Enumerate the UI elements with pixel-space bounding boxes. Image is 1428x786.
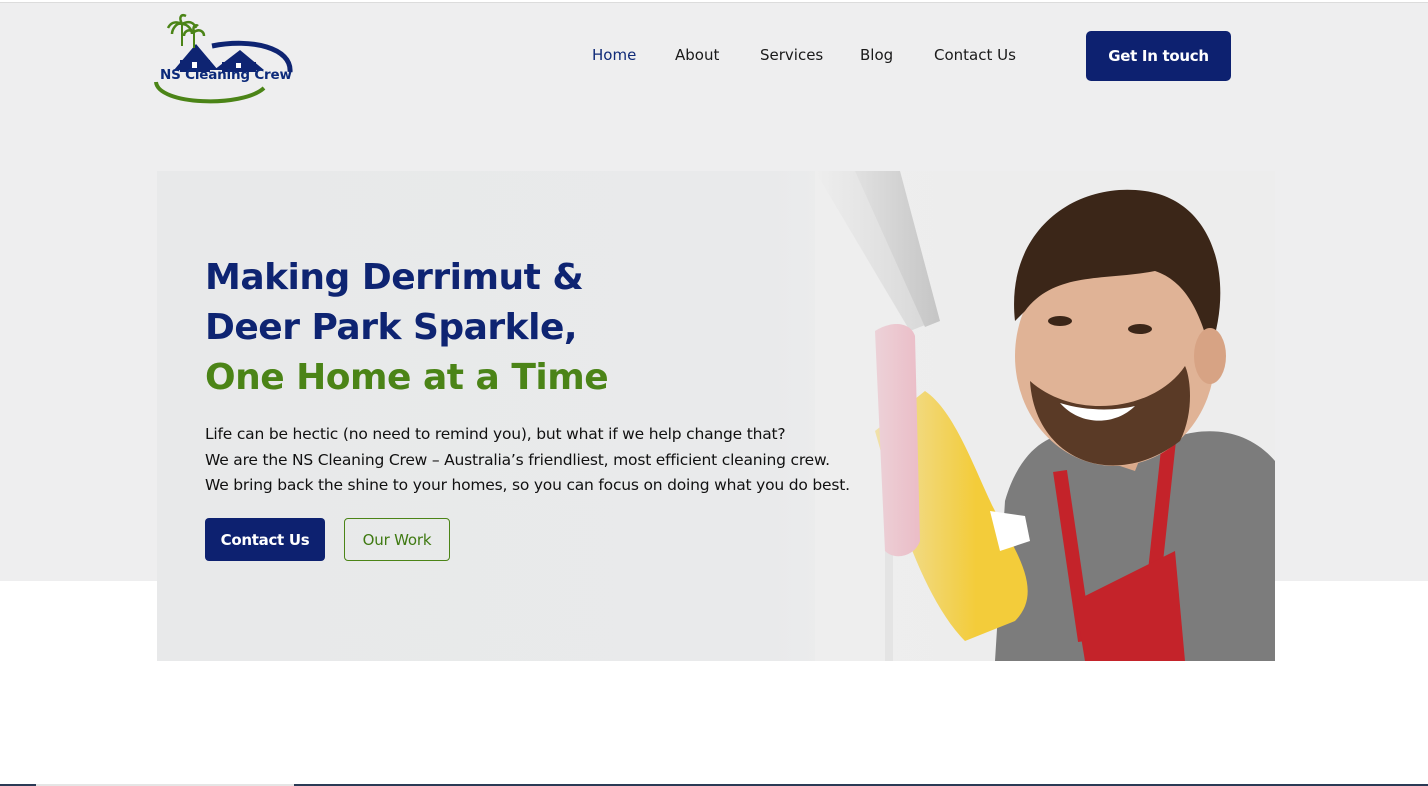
hero-title-line-2: Deer Park Sparkle, <box>205 307 578 348</box>
nav-about[interactable]: About <box>675 46 719 64</box>
hero-title: Making Derrimut & Deer Park Sparkle, One… <box>205 253 609 403</box>
site-logo[interactable]: NS Cleaning Crew <box>152 10 297 105</box>
nav-blog[interactable]: Blog <box>860 46 893 64</box>
hero-section: Making Derrimut & Deer Park Sparkle, One… <box>157 171 1275 661</box>
hero-paragraph: Life can be hectic (no need to remind yo… <box>205 422 850 499</box>
nav-home[interactable]: Home <box>592 46 636 64</box>
hero-title-line-1: Making Derrimut & <box>205 257 584 298</box>
nav-services[interactable]: Services <box>760 46 823 64</box>
hero-title-line-3: One Home at a Time <box>205 357 609 398</box>
logo-house-palm-icon <box>154 14 293 104</box>
top-edge <box>0 0 1428 2</box>
nav-contact-us[interactable]: Contact Us <box>934 46 1016 64</box>
hero-paragraph-line: Life can be hectic (no need to remind yo… <box>205 425 786 443</box>
our-work-button[interactable]: Our Work <box>344 518 450 561</box>
get-in-touch-button[interactable]: Get In touch <box>1086 31 1231 81</box>
cleaner-photo-icon <box>815 171 1275 661</box>
logo-text: NS Cleaning Crew <box>160 67 292 83</box>
hero-paragraph-line: We are the NS Cleaning Crew – Australia’… <box>205 450 830 469</box>
hero-paragraph-line: We bring back the shine to your homes, s… <box>205 476 850 494</box>
contact-us-button[interactable]: Contact Us <box>205 518 325 561</box>
